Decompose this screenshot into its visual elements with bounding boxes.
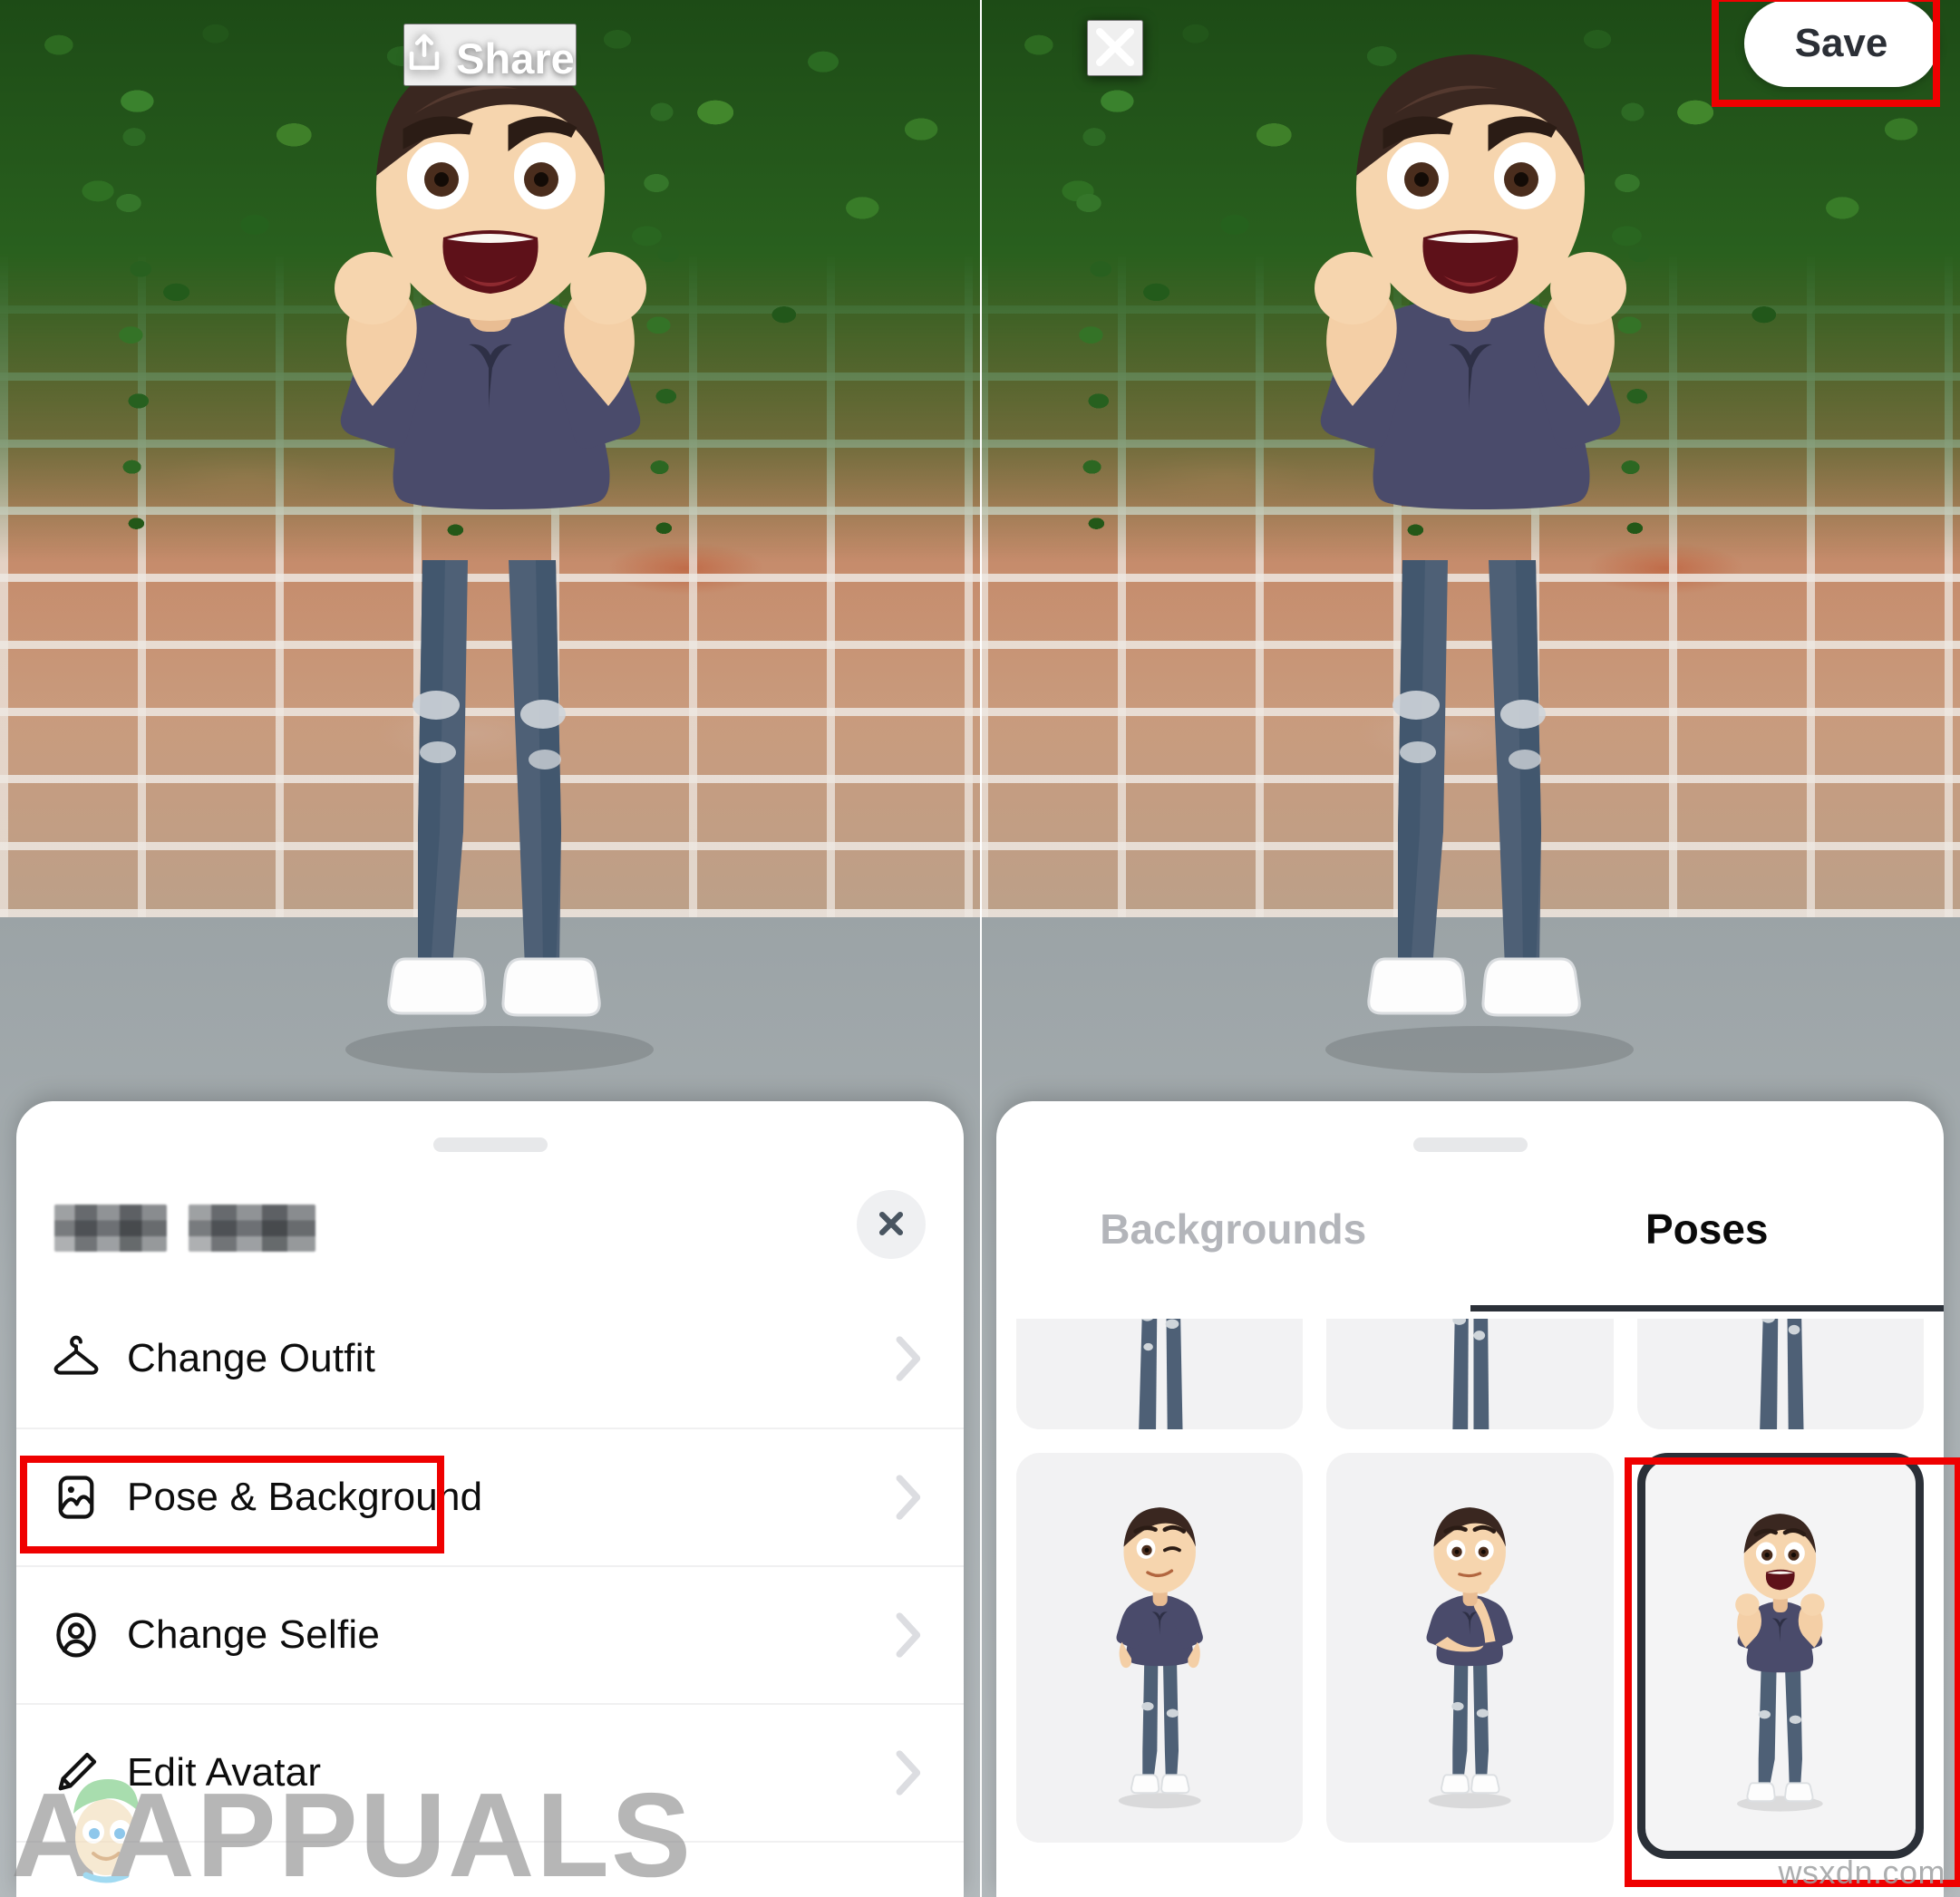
avatar-figure bbox=[1217, 16, 1724, 1095]
pencil-icon bbox=[51, 1747, 127, 1798]
menu-item-label: Edit Avatar bbox=[127, 1750, 322, 1795]
watermark-wsxdn: wsxdn.com bbox=[1778, 1853, 1945, 1891]
menu-item-label: Change Outfit bbox=[127, 1336, 376, 1380]
image-icon bbox=[51, 1472, 127, 1523]
avatar-figure bbox=[237, 16, 744, 1095]
portrait-icon bbox=[51, 1610, 127, 1660]
menu-item-pose-and-background[interactable]: Pose & Background bbox=[16, 1428, 964, 1565]
panel-divider bbox=[980, 0, 982, 1897]
menu-item-label: Pose & Background bbox=[127, 1475, 483, 1519]
menu-item-label: Change Selfie bbox=[127, 1612, 381, 1657]
save-button[interactable]: Save bbox=[1744, 0, 1938, 87]
pose-art bbox=[1016, 1319, 1303, 1429]
close-icon bbox=[1089, 21, 1141, 76]
save-button-wrapper: Save bbox=[1744, 0, 1938, 87]
tab-poses[interactable]: Poses bbox=[1470, 1152, 1944, 1311]
pose-thumbnail[interactable] bbox=[1326, 1319, 1614, 1429]
sheet-grab-handle[interactable] bbox=[1412, 1137, 1528, 1152]
pose-art bbox=[1326, 1319, 1613, 1429]
chevron-right-icon bbox=[891, 1333, 924, 1384]
chevron-right-icon bbox=[891, 1610, 924, 1660]
share-label: Share bbox=[456, 34, 575, 82]
pose-thumbnail-think[interactable] bbox=[1326, 1453, 1614, 1844]
left-bottom-sheet: Change Outfit Pose & Background Change S… bbox=[16, 1101, 964, 1897]
menu-item-partial[interactable] bbox=[16, 1841, 964, 1897]
menu-item-change-selfie[interactable]: Change Selfie bbox=[16, 1565, 964, 1703]
ivy-trail-left bbox=[1067, 109, 1121, 580]
pose-art bbox=[1326, 1453, 1613, 1843]
left-panel: Share Change Outfit Pose & Background Ch… bbox=[0, 0, 980, 1897]
chevron-right-icon bbox=[891, 1472, 924, 1523]
sheet-header bbox=[16, 1152, 964, 1290]
share-button[interactable]: Share bbox=[403, 23, 577, 86]
pose-art bbox=[1016, 1453, 1303, 1843]
sheet-grab-handle[interactable] bbox=[432, 1137, 548, 1152]
tab-backgrounds[interactable]: Backgrounds bbox=[996, 1152, 1470, 1311]
upload-icon bbox=[405, 33, 443, 84]
app-screen: Share Change Outfit Pose & Background Ch… bbox=[0, 0, 1960, 1897]
redacted-last-name bbox=[189, 1205, 315, 1252]
hanger-icon bbox=[51, 1333, 127, 1384]
right-panel: Save Backgrounds Poses wsxdn.com bbox=[980, 0, 1960, 1897]
menu-item-edit-avatar[interactable]: Edit Avatar bbox=[16, 1703, 964, 1841]
pose-art bbox=[1637, 1319, 1924, 1429]
redacted-first-name bbox=[54, 1205, 167, 1252]
pose-art bbox=[1645, 1461, 1916, 1851]
menu-item-change-outfit[interactable]: Change Outfit bbox=[16, 1290, 964, 1428]
pose-thumbnail[interactable] bbox=[1636, 1319, 1924, 1429]
sheet-close-button[interactable] bbox=[857, 1190, 926, 1259]
pose-thumbnail[interactable] bbox=[1016, 1319, 1304, 1429]
poses-grid bbox=[996, 1319, 1944, 1860]
right-bottom-sheet: Backgrounds Poses bbox=[996, 1101, 1944, 1897]
right-topbar: Save bbox=[980, 0, 1960, 109]
pose-background-tabs: Backgrounds Poses bbox=[996, 1152, 1944, 1311]
username-redacted bbox=[54, 1205, 315, 1252]
ivy-trail-left bbox=[107, 109, 161, 580]
chevron-right-icon bbox=[891, 1747, 924, 1798]
close-icon bbox=[876, 1208, 907, 1242]
left-topbar: Share bbox=[0, 0, 980, 109]
pose-thumbnail-flex-selected[interactable] bbox=[1636, 1453, 1924, 1860]
close-preview-button[interactable] bbox=[1087, 20, 1143, 76]
pose-thumbnail-wink[interactable] bbox=[1016, 1453, 1304, 1844]
avatar-options-menu: Change Outfit Pose & Background Change S… bbox=[16, 1290, 964, 1897]
